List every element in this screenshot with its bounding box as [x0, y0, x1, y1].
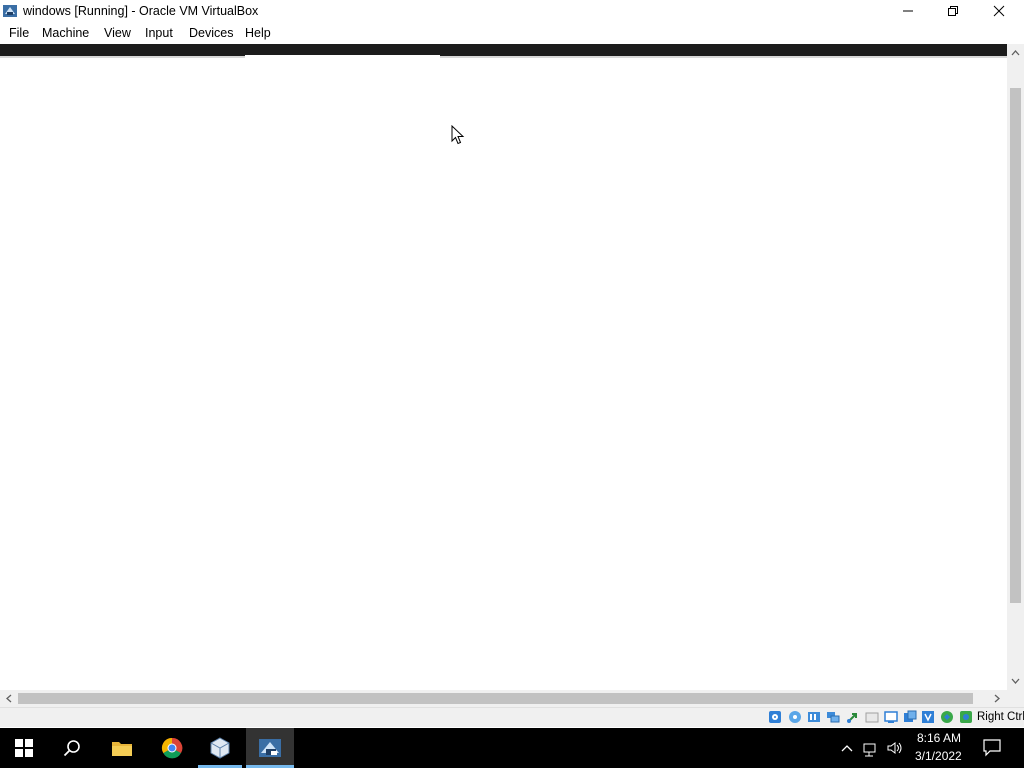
- horizontal-scroll-thumb[interactable]: [18, 693, 973, 704]
- chrome-button[interactable]: [148, 728, 196, 768]
- file-explorer-button[interactable]: [98, 728, 146, 768]
- video-capture-icon[interactable]: [903, 710, 917, 724]
- restore-icon: [948, 6, 958, 16]
- menu-help[interactable]: Help: [245, 26, 271, 40]
- host-key-label: Right Ctrl: [977, 711, 1024, 723]
- network-icon[interactable]: [826, 710, 840, 724]
- menu-file[interactable]: File: [9, 26, 29, 40]
- audio-icon[interactable]: [807, 710, 821, 724]
- usb-icon[interactable]: [846, 710, 860, 724]
- scroll-down-icon[interactable]: [1007, 674, 1024, 688]
- chevron-up-icon[interactable]: [840, 738, 854, 761]
- virtualbox-icon: [210, 737, 230, 759]
- chrome-icon: [161, 737, 183, 759]
- mouse-integration-icon[interactable]: [940, 710, 954, 724]
- start-button[interactable]: [0, 728, 48, 768]
- vm-guest-top-strip: [0, 44, 1007, 56]
- shared-folders-icon[interactable]: [865, 710, 879, 724]
- action-center-icon[interactable]: [982, 737, 1002, 760]
- virtualbox-app-icon[interactable]: [2, 3, 18, 19]
- scroll-corner: [1007, 690, 1024, 707]
- virtualbox-button[interactable]: [196, 728, 244, 768]
- minimize-icon: [903, 10, 913, 12]
- menu-bar: File Machine View Input Devices Help: [0, 23, 1024, 44]
- cpu-icon[interactable]: [921, 710, 935, 724]
- vertical-scroll-thumb[interactable]: [1010, 88, 1021, 603]
- menu-view[interactable]: View: [104, 26, 131, 40]
- hard-disk-icon[interactable]: [768, 710, 782, 724]
- optical-disk-icon[interactable]: [788, 710, 802, 724]
- window-title: windows [Running] - Oracle VM VirtualBox: [23, 4, 259, 18]
- vm-display[interactable]: [0, 58, 1007, 689]
- close-icon: [993, 5, 1005, 17]
- search-icon: [63, 740, 80, 757]
- network-tray-icon[interactable]: [862, 738, 880, 761]
- display-icon[interactable]: [884, 710, 898, 724]
- scroll-up-icon[interactable]: [1007, 46, 1024, 60]
- volume-icon[interactable]: [886, 738, 904, 761]
- file-explorer-icon: [112, 742, 132, 756]
- vm-window-icon: [259, 739, 281, 757]
- scroll-right-icon[interactable]: [990, 690, 1004, 707]
- clock-date[interactable]: 3/1/2022: [915, 749, 962, 763]
- menu-devices[interactable]: Devices: [189, 26, 233, 40]
- clock-time[interactable]: 8:16 AM: [917, 731, 961, 745]
- search-button[interactable]: [48, 728, 96, 768]
- mouse-cursor-icon: [451, 124, 465, 145]
- keyboard-icon[interactable]: [959, 710, 973, 724]
- close-button[interactable]: [976, 0, 1022, 22]
- scroll-left-icon[interactable]: [2, 690, 16, 707]
- menu-input[interactable]: Input: [145, 26, 173, 40]
- start-icon: [15, 739, 33, 757]
- vm-window-button[interactable]: [246, 728, 294, 768]
- minimize-button[interactable]: [885, 0, 931, 22]
- menu-machine[interactable]: Machine: [42, 26, 89, 40]
- restore-button[interactable]: [930, 0, 976, 22]
